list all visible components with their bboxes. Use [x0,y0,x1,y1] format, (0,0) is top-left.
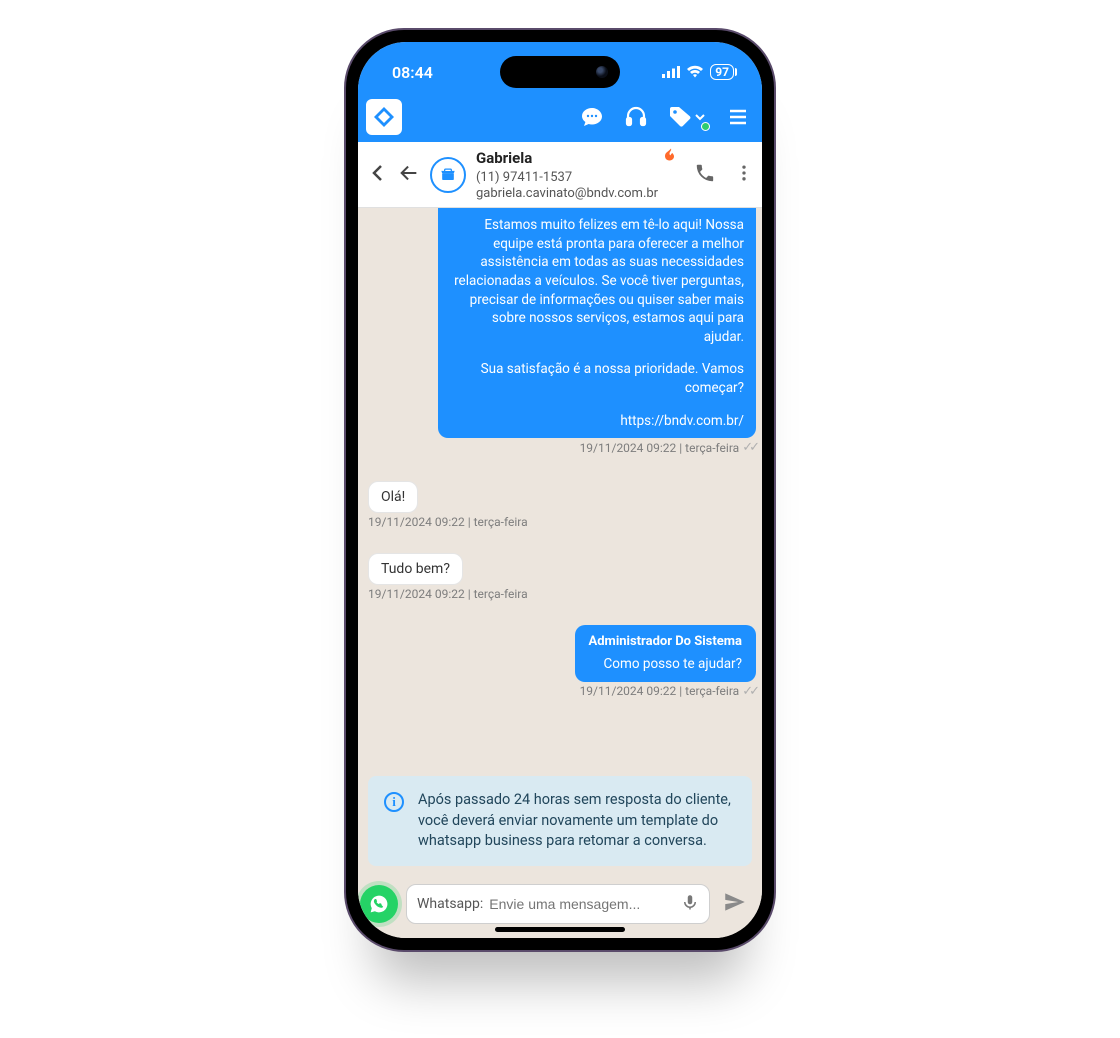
input-prefix: Whatsapp: [417,896,483,912]
chat-area[interactable]: Estamos muito felizes em tê-lo aqui! Nos… [358,208,762,776]
more-vertical-icon[interactable] [734,163,754,187]
outgoing-message: Administrador Do Sistema Como posso te a… [575,625,757,682]
incoming-message: Olá! [368,481,418,513]
info-icon: i [384,792,404,812]
app-top-nav [358,92,762,142]
intro-body: Estamos muito felizes em tê-lo aqui! Nos… [450,216,744,346]
message-timestamp: 19/11/2024 09:22 | terça-feira✓✓ [580,440,756,455]
microphone-icon[interactable] [681,893,699,915]
intro-link[interactable]: https://bndv.com.br/ [450,412,744,431]
read-checkmarks-icon: ✓✓ [742,684,756,699]
contact-email: gabriela.cavinato@bndv.com.br [476,186,684,202]
contact-name: Gabriela [476,149,532,168]
intro-line2: Sua satisfação é a nossa prioridade. Vam… [450,360,744,397]
wifi-icon [686,63,704,82]
headset-icon[interactable] [624,105,648,129]
cellular-icon [662,63,680,82]
message-timestamp: 19/11/2024 09:22 | terça-feira✓✓ [580,684,756,699]
phone-frame: 08:44 97 [344,28,776,952]
call-icon[interactable] [694,162,716,188]
outgoing-message: Estamos muito felizes em tê-lo aqui! Nos… [438,208,756,438]
fire-icon [662,147,680,170]
contact-phone: (11) 97411-1537 [476,170,684,186]
home-indicator[interactable] [495,927,625,932]
status-time: 08:44 [392,63,433,82]
status-right: 97 [662,63,734,82]
incoming-message: Tudo bem? [368,553,463,585]
info-text: Após passado 24 horas sem resposta do cl… [418,790,736,852]
contact-info[interactable]: Gabriela (11) 97411-1537 gabriela.cavina… [476,147,684,203]
tag-dropdown-icon[interactable] [668,105,706,129]
app-logo[interactable] [366,99,402,135]
message-text-input[interactable] [489,896,675,912]
sender-label: Administrador Do Sistema [589,633,743,651]
message-timestamp: 19/11/2024 09:22 | terça-feira [368,587,528,601]
hamburger-menu-icon[interactable] [726,105,750,129]
read-checkmarks-icon: ✓✓ [742,440,756,455]
whatsapp-fab[interactable] [360,885,398,923]
dynamic-island [500,56,620,88]
out2-text: Como posso te ajudar? [589,655,743,674]
back-button[interactable] [398,162,420,188]
battery-indicator: 97 [710,64,734,80]
message-input[interactable]: Whatsapp: [406,884,710,924]
chat-icon[interactable] [580,105,604,129]
contact-header: Gabriela (11) 97411-1537 gabriela.cavina… [358,142,762,208]
message-timestamp: 19/11/2024 09:22 | terça-feira [368,515,528,529]
info-notice: i Após passado 24 horas sem resposta do … [368,776,752,866]
contact-avatar[interactable] [430,157,466,193]
back-arrow-icon[interactable] [366,161,394,189]
send-button[interactable] [718,889,752,919]
screen: 08:44 97 [358,42,762,938]
